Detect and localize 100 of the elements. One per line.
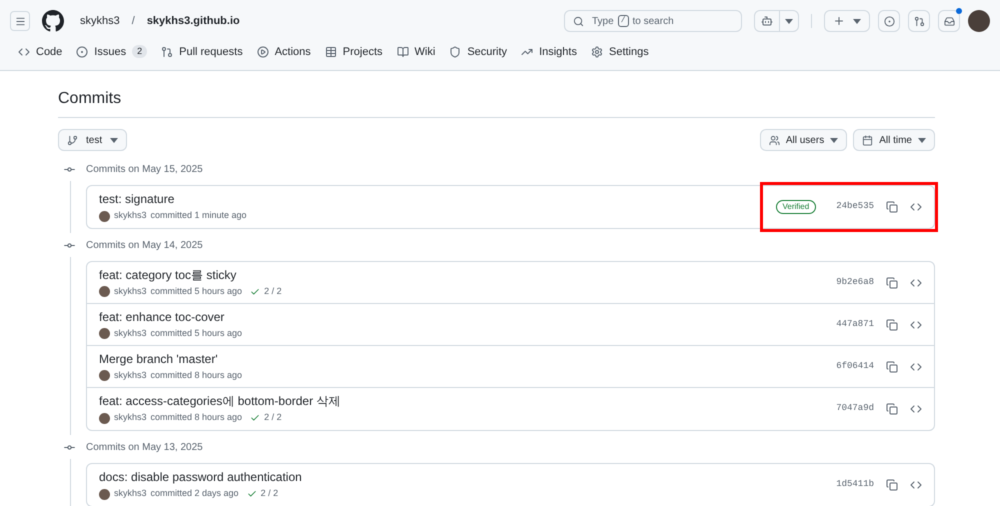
repo-tab[interactable]: Insights bbox=[517, 44, 581, 70]
caret-icon bbox=[918, 138, 926, 142]
search-placeholder-text: to search bbox=[632, 14, 674, 28]
caret-icon bbox=[110, 138, 118, 142]
commit-sha[interactable]: 7047a9d bbox=[836, 402, 874, 416]
inbox-icon bbox=[944, 16, 954, 26]
copilot-button[interactable] bbox=[754, 10, 799, 32]
commit-sha[interactable]: 1d5411b bbox=[836, 478, 874, 492]
create-new-button[interactable] bbox=[824, 10, 870, 32]
branch-icon bbox=[67, 134, 78, 146]
commit-title[interactable]: feat: enhance toc-cover bbox=[99, 308, 836, 325]
filter-dropdown[interactable]: All time bbox=[853, 129, 935, 151]
copy-icon[interactable] bbox=[886, 360, 898, 372]
menu-icon bbox=[14, 16, 26, 26]
repo-tab[interactable]: Settings bbox=[586, 44, 653, 70]
shield-icon bbox=[449, 46, 462, 58]
settings-icon bbox=[590, 46, 603, 58]
code-icon[interactable] bbox=[910, 201, 922, 213]
commit-time: committed 5 hours ago bbox=[150, 284, 242, 298]
search-field[interactable]: Type / to search bbox=[564, 10, 742, 32]
caret-icon bbox=[853, 18, 861, 24]
commit-time: committed 8 hours ago bbox=[150, 411, 242, 424]
commit-time: committed 5 hours ago bbox=[150, 326, 242, 340]
pull-requests-button[interactable] bbox=[908, 10, 930, 32]
code-icon[interactable] bbox=[910, 360, 922, 372]
check-icon bbox=[250, 286, 260, 296]
user-avatar[interactable] bbox=[968, 10, 990, 32]
repo-tab[interactable]: Issues 2 bbox=[72, 44, 152, 70]
code-icon bbox=[18, 46, 30, 58]
avatar bbox=[99, 412, 110, 424]
people-icon bbox=[768, 134, 780, 146]
commit-sha[interactable]: 447a871 bbox=[836, 318, 874, 332]
caret-icon bbox=[830, 138, 838, 142]
filter-dropdown[interactable]: All users bbox=[760, 129, 848, 151]
repo-tab[interactable]: Security bbox=[445, 44, 512, 70]
copy-icon[interactable] bbox=[886, 318, 898, 330]
calendar-icon bbox=[862, 134, 874, 146]
avatar bbox=[99, 488, 110, 500]
commit-author[interactable]: skykhs3 bbox=[114, 284, 147, 298]
pull-request-icon bbox=[161, 46, 174, 58]
inbox-button[interactable] bbox=[938, 10, 960, 32]
repo-tab[interactable]: Projects bbox=[320, 44, 387, 70]
commit-author[interactable]: skykhs3 bbox=[114, 487, 147, 501]
count-badge: 2 bbox=[132, 45, 148, 58]
code-icon[interactable] bbox=[910, 479, 922, 491]
copy-icon[interactable] bbox=[886, 403, 898, 415]
copy-icon[interactable] bbox=[886, 479, 898, 491]
table-icon bbox=[324, 46, 337, 58]
repo-tab[interactable]: Wiki bbox=[392, 44, 440, 70]
plus-icon bbox=[833, 15, 845, 27]
commit-author[interactable]: skykhs3 bbox=[114, 411, 147, 425]
issue-circle-icon bbox=[884, 16, 894, 26]
commit-author[interactable]: skykhs3 bbox=[114, 368, 147, 382]
page-title: Commits bbox=[58, 87, 935, 118]
repo-tab[interactable]: Actions bbox=[252, 44, 315, 70]
checks-status[interactable]: 2 / 2 bbox=[264, 411, 282, 425]
repo-tab[interactable]: Code bbox=[14, 44, 66, 70]
commit-title[interactable]: docs: disable password authentication bbox=[99, 469, 836, 486]
repo-name[interactable]: skykhs3.github.io bbox=[146, 12, 240, 30]
copy-icon[interactable] bbox=[886, 201, 898, 213]
commit-time: committed 2 days ago bbox=[150, 487, 239, 500]
checks-status[interactable]: 2 / 2 bbox=[264, 284, 282, 298]
avatar bbox=[99, 370, 110, 381]
repo-owner[interactable]: skykhs3 bbox=[80, 12, 120, 30]
code-icon[interactable] bbox=[910, 318, 922, 330]
search-icon bbox=[573, 16, 584, 26]
commit-title[interactable]: test: signature bbox=[99, 191, 776, 208]
octocat-logo[interactable] bbox=[42, 10, 64, 32]
checks-status[interactable]: 2 / 2 bbox=[260, 487, 278, 501]
avatar bbox=[99, 210, 110, 222]
commit-author[interactable]: skykhs3 bbox=[114, 326, 147, 340]
copy-icon[interactable] bbox=[886, 276, 898, 288]
commit-sha[interactable]: 24be535 bbox=[836, 200, 874, 214]
book-icon bbox=[396, 46, 409, 58]
commit-sha[interactable]: 9b2e6a8 bbox=[836, 276, 874, 290]
verified-badge[interactable]: Verified bbox=[776, 200, 816, 214]
copilot-icon bbox=[761, 15, 773, 27]
commit-sha[interactable]: 6f06414 bbox=[836, 360, 874, 374]
pull-request-icon bbox=[914, 16, 924, 26]
commit-title[interactable]: feat: access-categories에 bottom-border 삭제 bbox=[99, 393, 836, 410]
play-icon bbox=[256, 46, 269, 58]
avatar bbox=[99, 286, 110, 297]
commit-time: committed 1 minute ago bbox=[150, 209, 247, 222]
branch-selector[interactable]: test bbox=[58, 129, 128, 151]
slash-key: / bbox=[618, 15, 628, 27]
date-heading: Commits on May 13, 2025 bbox=[86, 440, 203, 454]
issues-button[interactable] bbox=[878, 10, 900, 32]
commit-author[interactable]: skykhs3 bbox=[114, 209, 147, 223]
check-icon bbox=[246, 489, 257, 499]
code-icon[interactable] bbox=[910, 403, 922, 415]
commit-title[interactable]: Merge branch 'master' bbox=[99, 350, 836, 367]
repo-tab[interactable]: Pull requests bbox=[157, 44, 247, 70]
date-heading: Commits on May 15, 2025 bbox=[86, 162, 203, 176]
commit-time: committed 8 hours ago bbox=[150, 368, 242, 382]
code-icon[interactable] bbox=[910, 276, 922, 288]
menu-button[interactable] bbox=[10, 11, 30, 31]
commit-title[interactable]: feat: category toc를 sticky bbox=[99, 266, 836, 283]
date-heading: Commits on May 14, 2025 bbox=[86, 238, 203, 252]
path-separator: / bbox=[132, 14, 135, 29]
search-placeholder-text: Type bbox=[592, 14, 614, 28]
